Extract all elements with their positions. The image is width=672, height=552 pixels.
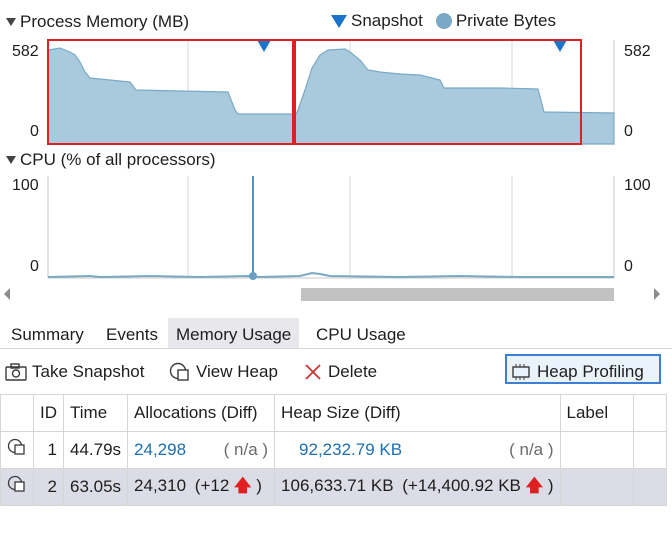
private-bytes-area — [47, 47, 615, 145]
row-heap-size: 106,633.71 KB (+14,400.92 KB 🡅 ) — [274, 468, 561, 506]
take-snapshot-label: Take Snapshot — [32, 362, 145, 381]
cpu-chart[interactable] — [0, 170, 672, 315]
allocations-value[interactable]: 24,310 — [134, 476, 186, 495]
row-filler — [632, 468, 667, 506]
column-header-id[interactable]: ID — [33, 394, 64, 432]
column-header-time[interactable]: Time — [62, 394, 129, 432]
memory-chart[interactable] — [0, 0, 672, 150]
snapshot-table: ID Time Allocations (Diff) Heap Size (Di… — [0, 394, 667, 506]
row-time: 63.05s — [62, 468, 129, 506]
row-heap-size: 92,232.79 KB ( n/a ) — [274, 431, 561, 469]
horizontal-scrollbar-thumb[interactable] — [301, 288, 614, 301]
tab-events[interactable]: Events — [98, 318, 166, 348]
camera-icon — [5, 363, 27, 381]
snapshot-2-marker[interactable] — [553, 40, 567, 52]
cpu-section-header[interactable]: CPU (% of all processors) — [6, 150, 216, 170]
row-id: 2 — [33, 468, 64, 506]
column-header-allocations[interactable]: Allocations (Diff) — [127, 394, 276, 432]
timeline-cursor-dot — [249, 272, 257, 280]
view-heap-icon — [169, 362, 191, 382]
table-header-row: ID Time Allocations (Diff) Heap Size (Di… — [0, 394, 667, 432]
increase-arrow-icon: 🡅 — [525, 475, 544, 495]
view-heap-icon[interactable] — [0, 468, 34, 506]
row-id: 1 — [33, 431, 64, 469]
take-snapshot-button[interactable]: Take Snapshot — [5, 358, 144, 386]
close-icon — [303, 362, 323, 382]
heap-size-link[interactable]: 92,232.79 KB — [299, 440, 402, 459]
row-label[interactable] — [559, 468, 634, 506]
row-allocations: 24,298 ( n/a ) — [127, 431, 276, 469]
allocations-diff-close: ) — [256, 475, 262, 495]
delete-button[interactable]: Delete — [303, 358, 377, 386]
heap-profiling-content[interactable]: Heap Profiling — [510, 358, 644, 386]
column-header-label[interactable]: Label — [559, 394, 634, 432]
allocations-diff: ( n/a ) — [223, 440, 269, 459]
cpu-usage-line — [47, 271, 614, 279]
heap-size-diff: (+14,400.92 KB — [402, 475, 521, 495]
collapse-icon[interactable] — [6, 156, 16, 164]
delete-label: Delete — [328, 362, 378, 381]
tab-cpu-usage[interactable]: CPU Usage — [308, 318, 414, 348]
view-heap-button[interactable]: View Heap — [169, 358, 278, 386]
tab-memory-usage[interactable]: Memory Usage — [168, 318, 300, 348]
filler-column-header — [632, 394, 667, 432]
scroll-left-icon[interactable] — [4, 288, 10, 300]
tab-bar: Summary Events Memory Usage CPU Usage — [0, 318, 672, 349]
allocations-link[interactable]: 24,298 — [134, 440, 186, 459]
allocations-diff: (+12 — [194, 475, 230, 495]
view-heap-icon[interactable] — [0, 431, 34, 469]
cpu-title: CPU (% of all processors) — [20, 150, 216, 169]
column-header-heap-size[interactable]: Heap Size (Diff) — [274, 394, 561, 432]
row-time: 44.79s — [62, 431, 129, 469]
tab-summary[interactable]: Summary — [3, 318, 92, 348]
heap-size-value[interactable]: 106,633.71 KB — [281, 476, 393, 495]
heap-profiling-label: Heap Profiling — [537, 362, 644, 381]
heap-size-diff-close: ) — [547, 475, 554, 495]
table-row[interactable]: 1 44.79s 24,298 ( n/a ) 92,232.79 KB ( n… — [0, 431, 667, 469]
snapshot-1-marker[interactable] — [257, 40, 271, 52]
chip-icon — [510, 363, 532, 381]
row-label[interactable] — [559, 431, 634, 469]
heap-size-diff: ( n/a ) — [509, 440, 554, 459]
view-heap-label: View Heap — [196, 362, 278, 381]
row-allocations: 24,310 (+12 🡅 ) — [127, 468, 276, 506]
table-row[interactable]: 2 63.05s 24,310 (+12 🡅 ) 106,633.71 KB (… — [0, 468, 667, 506]
increase-arrow-icon: 🡅 — [234, 475, 252, 495]
scroll-right-icon[interactable] — [654, 288, 660, 300]
icon-column-header — [0, 394, 34, 432]
row-filler — [632, 431, 667, 469]
